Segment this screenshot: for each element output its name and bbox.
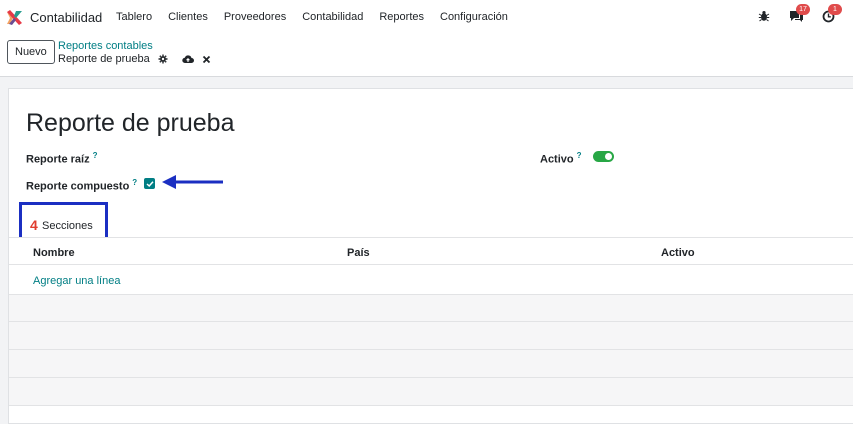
active-toggle[interactable]	[593, 151, 614, 162]
main-menu: Tablero Clientes Proveedores Contabilida…	[116, 11, 524, 23]
tab-number: 4	[30, 217, 38, 233]
app-name[interactable]: Contabilidad	[30, 10, 102, 25]
arrow-left-icon	[162, 175, 223, 189]
control-panel: Nuevo Reportes contables Reporte de prue…	[0, 34, 853, 77]
root-report-field: Reporte raíz?	[26, 151, 97, 166]
cloud-upload-icon[interactable]	[182, 54, 194, 64]
menu-item-configuracion[interactable]: Configuración	[440, 11, 508, 23]
menu-item-reportes[interactable]: Reportes	[379, 11, 424, 23]
active-field: Activo?	[540, 151, 582, 166]
list-header: Nombre País Activo	[9, 237, 853, 265]
messages-badge: 17	[796, 4, 810, 15]
empty-row	[9, 350, 853, 378]
empty-row	[9, 378, 853, 406]
help-marker[interactable]: ?	[93, 151, 98, 160]
column-nombre[interactable]: Nombre	[33, 247, 75, 259]
composite-report-field: Reporte compuesto?	[26, 178, 137, 193]
page-title[interactable]: Reporte de prueba	[26, 109, 234, 138]
active-label: Activo	[540, 153, 574, 166]
systray: 17 1	[755, 4, 842, 25]
column-activo[interactable]: Activo	[661, 247, 695, 259]
check-icon	[145, 180, 154, 187]
help-marker[interactable]: ?	[577, 151, 582, 160]
empty-row	[9, 322, 853, 350]
app-logo[interactable]	[6, 9, 23, 26]
activity-badge: 1	[828, 4, 842, 15]
column-pais[interactable]: País	[347, 247, 370, 259]
menu-item-tablero[interactable]: Tablero	[116, 11, 152, 23]
top-navbar: Contabilidad Tablero Clientes Proveedore…	[0, 0, 853, 34]
menu-item-clientes[interactable]: Clientes	[168, 11, 208, 23]
add-line-link[interactable]: Agregar una línea	[33, 275, 120, 287]
composite-report-label: Reporte compuesto	[26, 180, 130, 193]
help-marker[interactable]: ?	[132, 178, 137, 187]
clock-icon[interactable]: 1	[819, 4, 842, 25]
empty-row	[9, 294, 853, 322]
breadcrumb-parent[interactable]: Reportes contables	[58, 40, 153, 52]
menu-item-contabilidad[interactable]: Contabilidad	[302, 11, 363, 23]
root-report-label: Reporte raíz	[26, 153, 90, 166]
bug-icon[interactable]	[755, 7, 773, 25]
new-button[interactable]: Nuevo	[7, 40, 55, 64]
menu-item-proveedores[interactable]: Proveedores	[224, 11, 286, 23]
form-sheet: Reporte de prueba Reporte raíz? Reporte …	[8, 88, 853, 424]
breadcrumb-current: Reporte de prueba	[58, 53, 150, 65]
gear-icon[interactable]	[158, 54, 168, 64]
close-icon[interactable]	[202, 55, 211, 64]
chat-icon[interactable]: 17	[787, 4, 810, 25]
composite-report-checkbox[interactable]	[144, 178, 155, 189]
tab-label: Secciones	[42, 220, 93, 232]
breadcrumb-current-row: Reporte de prueba	[58, 53, 211, 65]
